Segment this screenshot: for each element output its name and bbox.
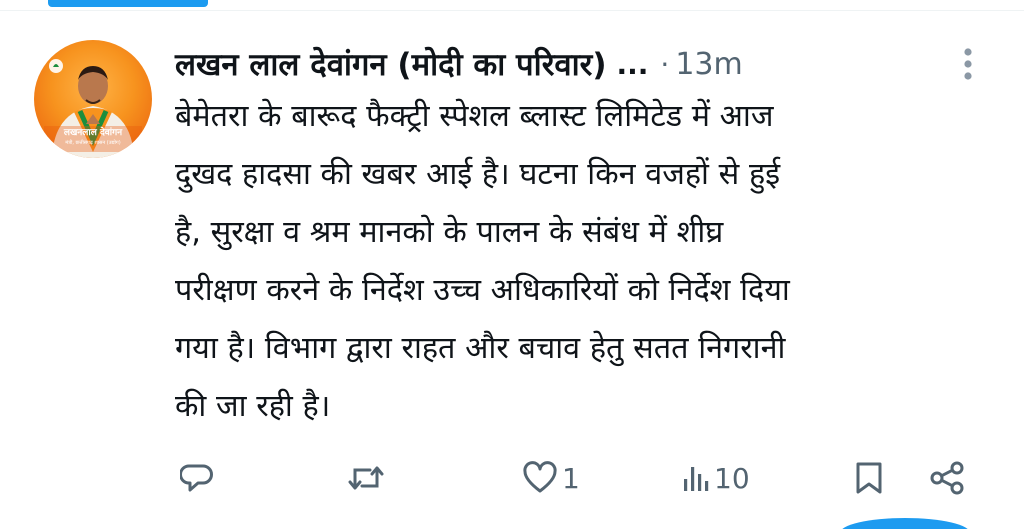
more-vertical-icon xyxy=(964,48,972,80)
tab-indicator xyxy=(48,0,208,7)
retweet-button[interactable] xyxy=(346,450,390,506)
bookmark-button[interactable] xyxy=(852,450,886,506)
like-button[interactable]: 1 xyxy=(522,450,580,506)
action-bar: 1 10 xyxy=(0,450,1024,506)
views-button[interactable]: 10 xyxy=(682,450,750,506)
avatar[interactable]: लखनलाल देवांगन मंत्री, छत्तीसगढ़ शासन (उ… xyxy=(34,40,152,158)
meta-separator: · xyxy=(660,47,670,81)
more-options-button[interactable] xyxy=(952,44,984,84)
reply-icon xyxy=(180,464,213,492)
tweet-header: लखन लाल देवांगन (मोदी का परिवार) ... · 1… xyxy=(175,42,975,86)
tweet-screen: लखनलाल देवांगन मंत्री, छत्तीसगढ़ शासन (उ… xyxy=(0,0,1024,529)
tweet-text: बेमेतरा के बारूद फैक्ट्री स्पेशल ब्लास्ट… xyxy=(175,99,790,424)
share-icon xyxy=(930,461,964,495)
retweet-icon xyxy=(348,466,384,490)
views-count: 10 xyxy=(714,461,750,495)
divider xyxy=(0,10,1024,11)
author-name[interactable]: लखन लाल देवांगन (मोदी का परिवार) xyxy=(175,43,606,85)
views-icon xyxy=(684,467,709,491)
like-count: 1 xyxy=(562,461,580,495)
bottom-indicator xyxy=(840,518,970,529)
timestamp[interactable]: 13m xyxy=(675,47,742,82)
reply-button[interactable] xyxy=(180,450,218,506)
bookmark-icon xyxy=(856,462,882,494)
avatar-caption: लखनलाल देवांगन xyxy=(63,128,123,138)
name-ellipsis: ... xyxy=(616,47,649,81)
share-button[interactable] xyxy=(928,450,966,506)
heart-icon xyxy=(523,461,557,493)
avatar-subcaption: मंत्री, छत्तीसगढ़ शासन (उद्योग) xyxy=(65,140,121,146)
